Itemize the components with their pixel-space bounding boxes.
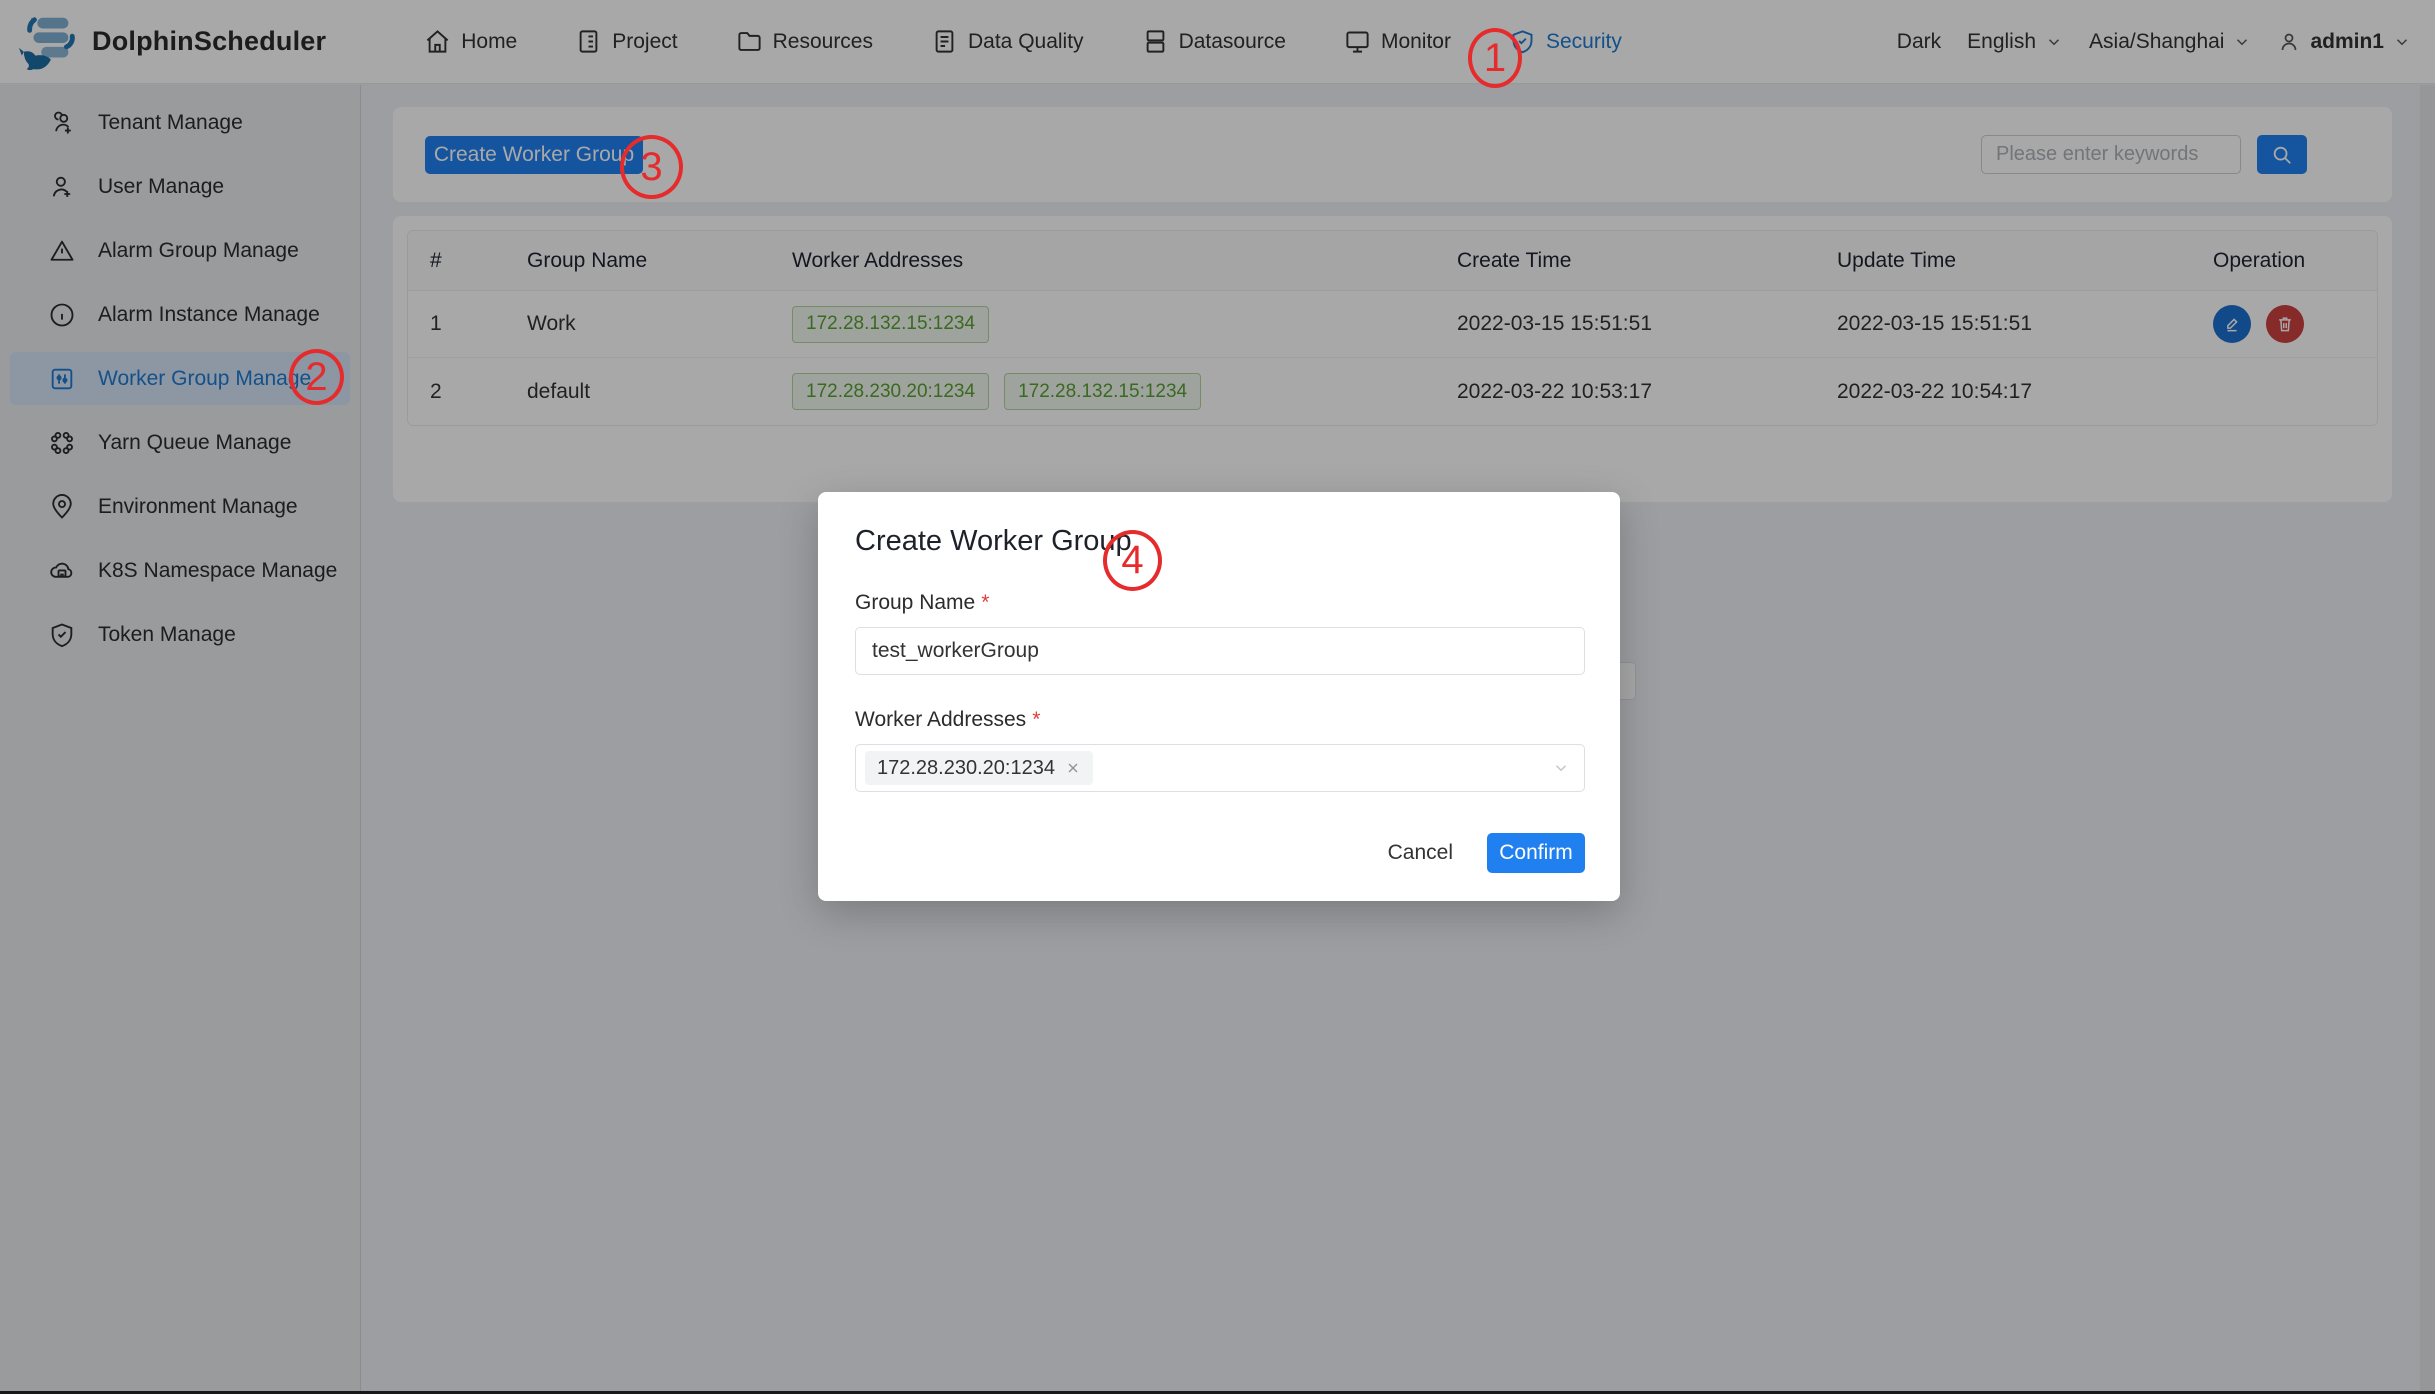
cancel-button[interactable]: Cancel (1378, 833, 1463, 873)
annotation-circle-1: 1 (1468, 28, 1522, 88)
annotation-circle-3: 3 (620, 135, 683, 199)
modal-footer: Cancel Confirm (1378, 833, 1585, 873)
create-worker-group-modal: Create Worker Group Group Name* Worker A… (818, 492, 1620, 901)
modal-title: Create Worker Group (855, 525, 1585, 558)
page: DolphinScheduler Home Project Resources … (0, 0, 2435, 1394)
required-asterisk: * (981, 591, 989, 614)
group-name-input[interactable] (855, 627, 1585, 675)
annotation-circle-2: 2 (289, 349, 344, 405)
remove-tag-icon[interactable] (1065, 760, 1081, 776)
group-name-label: Group Name* (855, 591, 1585, 615)
confirm-button[interactable]: Confirm (1487, 833, 1585, 873)
selected-address-tag: 172.28.230.20:1234 (865, 751, 1093, 785)
worker-addresses-label: Worker Addresses* (855, 708, 1585, 732)
annotation-circle-4: 4 (1103, 530, 1162, 591)
required-asterisk: * (1032, 708, 1040, 731)
chevron-down-icon (1552, 759, 1570, 777)
selected-address-text: 172.28.230.20:1234 (877, 757, 1055, 780)
worker-addresses-select[interactable]: 172.28.230.20:1234 (855, 744, 1585, 792)
